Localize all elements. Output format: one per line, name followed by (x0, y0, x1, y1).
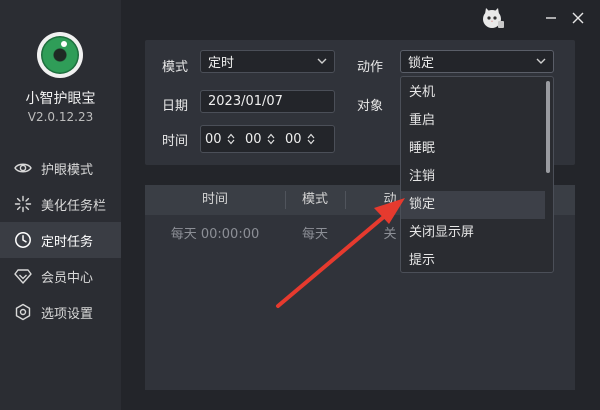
cat-avatar-icon (483, 8, 504, 28)
minute-stepper[interactable] (267, 133, 275, 145)
spin-down-icon (267, 139, 275, 145)
second-stepper[interactable] (307, 133, 315, 145)
row-mode: 每天 (301, 227, 328, 242)
dropdown-scrollbar[interactable] (546, 81, 550, 173)
sidebar-item-taskbar[interactable]: 美化任务栏 (0, 186, 121, 222)
row-time: 每天 00:00:00 (170, 227, 260, 242)
close-icon (572, 12, 584, 24)
action-label: 动作 (357, 60, 384, 75)
clock-icon (15, 232, 31, 248)
sidebar-item-membership[interactable]: 会员中心 (0, 258, 121, 294)
action-dropdown-list: 关机 重启 睡眠 注销 锁定 关闭显示屏 提示 (400, 76, 554, 273)
dropdown-option[interactable]: 重启 (401, 107, 545, 135)
gear-icon (15, 303, 31, 321)
target-label: 对象 (357, 99, 384, 114)
time-label: 时间 (162, 134, 189, 149)
skin-button[interactable] (480, 6, 506, 30)
action-select-value: 锁定 (408, 56, 435, 71)
dropdown-option[interactable]: 关机 (401, 79, 545, 107)
app-version: V2.0.12.23 (27, 110, 94, 124)
hour-stepper[interactable] (227, 133, 235, 145)
sidebar-item-label: 护眼模式 (41, 162, 94, 178)
dropdown-option[interactable]: 提示 (401, 247, 545, 272)
sidebar-item-label: 选项设置 (41, 306, 94, 322)
minute-value: 00 (245, 131, 262, 147)
sidebar-item-label: 定时任务 (41, 234, 94, 250)
dropdown-option[interactable]: 关闭显示屏 (401, 219, 545, 247)
column-header-mode: 模式 (301, 192, 328, 207)
date-input[interactable]: 2023/01/07 (200, 90, 335, 113)
date-label: 日期 (162, 99, 189, 114)
app-logo-icon (37, 32, 83, 78)
sidebar: 小智护眼宝 V2.0.12.23 护眼模式 美化任务栏 定时任务 会员中心 选项… (0, 0, 121, 410)
sidebar-nav: 护眼模式 美化任务栏 定时任务 会员中心 选项设置 (0, 150, 121, 330)
sidebar-item-settings[interactable]: 选项设置 (0, 294, 121, 330)
hour-value: 00 (205, 131, 222, 147)
action-select[interactable]: 锁定 (400, 50, 554, 73)
date-input-value: 2023/01/07 (208, 94, 283, 109)
app-name: 小智护眼宝 (25, 91, 96, 107)
mode-select[interactable]: 定时 (200, 50, 335, 73)
chevron-down-icon (317, 58, 327, 64)
sidebar-item-scheduled-task[interactable]: 定时任务 (0, 222, 121, 258)
column-header-time: 时间 (201, 192, 228, 207)
sparkle-icon (14, 195, 32, 213)
dropdown-option[interactable]: 注销 (401, 163, 545, 191)
dropdown-option[interactable]: 睡眠 (401, 135, 545, 163)
chevron-down-icon (536, 58, 546, 64)
spin-down-icon (227, 139, 235, 145)
dropdown-option-highlighted[interactable]: 锁定 (401, 191, 545, 219)
mode-select-value: 定时 (208, 56, 235, 71)
sidebar-item-label: 美化任务栏 (41, 198, 107, 214)
sidebar-item-label: 会员中心 (41, 270, 94, 286)
eye-icon (14, 163, 32, 173)
sidebar-item-eye-mode[interactable]: 护眼模式 (0, 150, 121, 186)
mode-label: 模式 (162, 60, 189, 75)
minimize-button[interactable] (540, 7, 562, 29)
close-button[interactable] (567, 7, 589, 29)
diamond-icon (14, 269, 32, 284)
spin-down-icon (307, 139, 315, 145)
minimize-icon (546, 17, 556, 19)
second-value: 00 (285, 131, 302, 147)
time-input[interactable]: 00 00 00 (200, 125, 335, 153)
